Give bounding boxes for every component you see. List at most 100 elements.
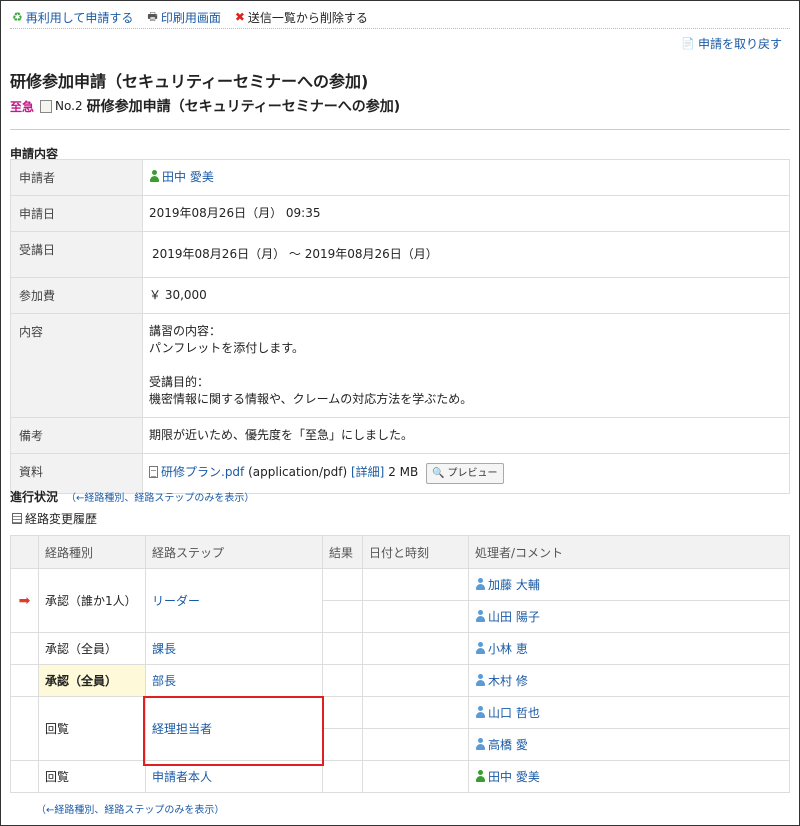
progress-heading: 進行状況: [10, 490, 59, 504]
content-line: 受講目的：: [149, 375, 210, 389]
route-step-link[interactable]: 申請者本人: [152, 770, 212, 784]
preview-label: プレビュー: [447, 468, 498, 479]
detail-row-remarks: 備考 期限が近いため、優先度を「至急」にしました。: [10, 417, 790, 454]
route-step-link[interactable]: 課長: [152, 642, 176, 656]
user-icon: [475, 642, 486, 654]
detail-row-applicant: 申請者 田中 愛美: [10, 159, 790, 196]
file-link[interactable]: 研修プラン.pdf: [149, 465, 244, 479]
detail-row-fee: 参加費 ￥ 30,000: [10, 277, 790, 314]
result-cell: [322, 696, 363, 729]
route-table: 経路種別 経路ステップ 結果 日付と時刻 処理者/コメント ➡ 承認（誰か1人）…: [10, 535, 790, 793]
current-step-arrow-icon: ➡: [10, 568, 39, 633]
route-row: 回覧 申請者本人 田中 愛美: [10, 760, 790, 793]
datetime-cell: [362, 664, 469, 697]
col-arrow: [10, 535, 39, 569]
route-step-link[interactable]: リーダー: [152, 594, 200, 608]
col-result: 結果: [322, 535, 363, 569]
processor-link[interactable]: 山口 哲也: [475, 706, 540, 720]
remarks-label: 備考: [10, 417, 143, 454]
arrow-cell: [10, 760, 39, 793]
toolbar: ♻ 再利用して申請する 🖶 印刷用画面 ✖ 送信一覧から削除する: [12, 8, 368, 26]
col-route-step: 経路ステップ: [145, 535, 323, 569]
datetime-cell: [362, 568, 469, 601]
detail-row-course-dates: 受講日 2019年08月26日（月） ～ 2019年08月26日（月）: [10, 231, 790, 278]
content-line: パンフレットを添付します。: [149, 341, 305, 355]
col-route-type: 経路種別: [38, 535, 146, 569]
processor-link[interactable]: 木村 修: [475, 674, 528, 688]
datetime-cell: [362, 600, 469, 633]
toolbar-divider: [10, 28, 790, 29]
processor-link[interactable]: 加藤 大輔: [475, 578, 540, 592]
route-type-highlighted: 承認（全員）: [38, 664, 146, 697]
delete-from-sent-button[interactable]: ✖ 送信一覧から削除する: [235, 9, 368, 26]
reuse-label: 再利用して申請する: [25, 10, 134, 25]
processor-link[interactable]: 小林 恵: [475, 642, 528, 656]
route-row: ➡ 承認（誰か1人） リーダー 加藤 大輔: [10, 568, 790, 633]
processor-name: 加藤 大輔: [488, 578, 540, 592]
processor-name: 木村 修: [488, 674, 528, 688]
detail-row-content: 内容 講習の内容： パンフレットを添付します。 受講目的： 機密情報に関する情報…: [10, 313, 790, 418]
route-step-link[interactable]: 部長: [152, 674, 176, 688]
file-detail-link[interactable]: [詳細]: [351, 465, 384, 479]
processor-name: 田中 愛美: [488, 770, 540, 784]
route-type: 承認（誰か1人）: [38, 568, 146, 633]
preview-button[interactable]: 🔍 プレビュー: [426, 463, 504, 484]
result-cell: [322, 728, 363, 761]
route-type: 回覧: [38, 760, 146, 793]
route-history-link[interactable]: 経路変更履歴: [12, 510, 97, 527]
course-label: 受講日: [10, 231, 143, 278]
route-type: 承認（全員）: [38, 632, 146, 665]
route-header-row: 経路種別 経路ステップ 結果 日付と時刻 処理者/コメント: [10, 535, 790, 569]
arrow-cell: [10, 696, 39, 761]
route-toggle-link[interactable]: （←経路種別、経路ステップのみを表示）: [66, 489, 254, 504]
date-label: 申請日: [10, 195, 143, 232]
applicant-link[interactable]: 田中 愛美: [149, 170, 214, 184]
datetime-cell: [362, 728, 469, 761]
processor-link[interactable]: 高橋 愛: [475, 738, 528, 752]
page-title: 研修参加申請（セキュリティーセミナーへの参加): [10, 72, 369, 91]
processor-name: 山口 哲也: [488, 706, 540, 720]
arrow-cell: [10, 632, 39, 665]
delete-x-icon: ✖: [234, 10, 245, 24]
user-icon: [149, 170, 160, 182]
content-line: 講習の内容：: [149, 324, 222, 338]
col-datetime: 日付と時刻: [362, 535, 469, 569]
request-name: 研修参加申請（セキュリティーセミナーへの参加): [86, 99, 401, 115]
recycle-icon: ♻: [12, 10, 23, 24]
user-icon: [475, 738, 486, 750]
user-icon: [475, 674, 486, 686]
withdraw-request-button[interactable]: 📄 申請を取り戻す: [681, 35, 782, 52]
datetime-cell: [362, 760, 469, 793]
print-label: 印刷用画面: [160, 10, 221, 25]
route-row: 承認（全員） 部長 木村 修: [10, 664, 790, 697]
route-step-link[interactable]: 経理担当者: [152, 722, 212, 736]
processor-link[interactable]: 田中 愛美: [475, 770, 540, 784]
processor-name: 山田 陽子: [488, 610, 540, 624]
progress-header: 進行状況 （←経路種別、経路ステップのみを表示）: [10, 488, 254, 505]
processor-link[interactable]: 山田 陽子: [475, 610, 540, 624]
applicant-name: 田中 愛美: [162, 170, 214, 184]
arrow-cell: [10, 664, 39, 697]
reuse-button[interactable]: ♻ 再利用して申請する: [12, 9, 133, 26]
user-icon: [475, 706, 486, 718]
urgent-badge: 至急: [10, 99, 35, 114]
user-icon: [475, 770, 486, 782]
result-cell: [322, 632, 363, 665]
content-label: 内容: [10, 313, 143, 418]
request-number: No.2: [55, 99, 83, 113]
route-row: 承認（全員） 課長 小林 恵: [10, 632, 790, 665]
datetime-cell: [362, 632, 469, 665]
print-button[interactable]: 🖶 印刷用画面: [147, 8, 220, 27]
delete-label: 送信一覧から削除する: [247, 10, 368, 25]
withdraw-icon: 📄: [681, 37, 695, 50]
col-processor: 処理者/コメント: [468, 535, 790, 569]
user-icon: [475, 610, 486, 622]
title-divider: [10, 129, 790, 130]
detail-row-date: 申請日 2019年08月26日（月） 09:35: [10, 195, 790, 232]
route-type: 回覧: [38, 696, 146, 761]
magnifier-icon: 🔍: [432, 468, 445, 479]
request-subtitle: 至急 No.2 研修参加申請（セキュリティーセミナーへの参加): [10, 96, 400, 116]
route-toggle-link-bottom[interactable]: （←経路種別、経路ステップのみを表示）: [36, 801, 224, 816]
route-row: 回覧 経理担当者 山口 哲也: [10, 696, 790, 761]
history-list-icon: [12, 513, 22, 524]
